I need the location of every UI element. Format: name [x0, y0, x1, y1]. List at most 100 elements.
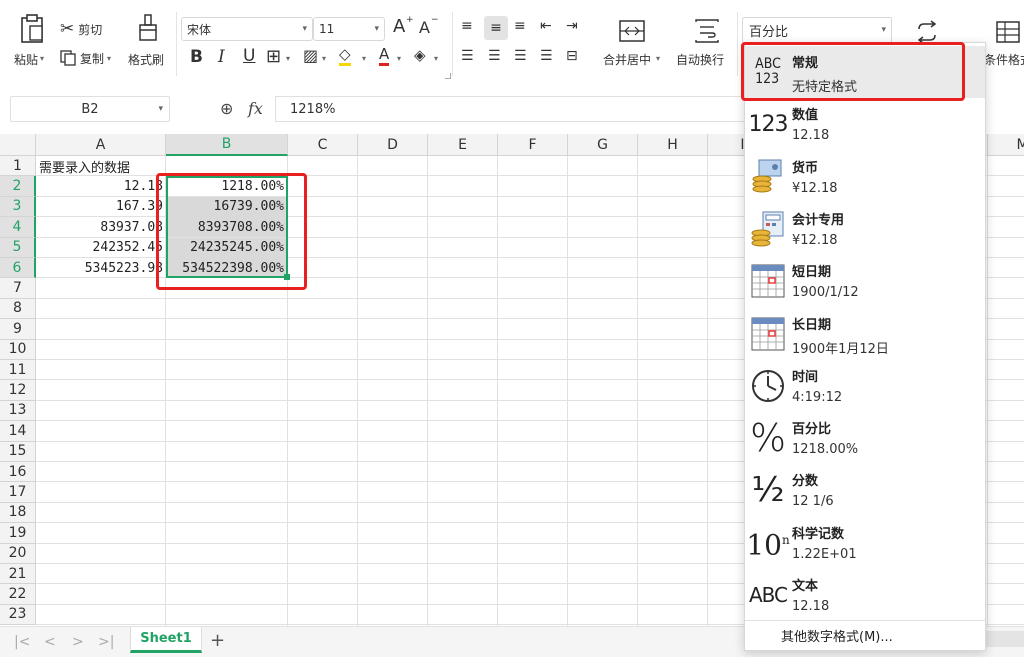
- fill-color-dropdown-icon[interactable]: ▾: [362, 54, 366, 63]
- row-header[interactable]: 23: [0, 604, 36, 626]
- align-top-icon[interactable]: ≡: [461, 18, 473, 34]
- formula-input[interactable]: 1218%: [275, 96, 745, 122]
- format-option-8[interactable]: ½ 分数 12 1/6: [745, 464, 985, 516]
- align-left-icon[interactable]: ☰: [461, 48, 474, 64]
- column-header[interactable]: C: [288, 134, 358, 156]
- column-header[interactable]: H: [638, 134, 708, 156]
- column-header[interactable]: G: [568, 134, 638, 156]
- font-name-select[interactable]: 宋体 ▾: [181, 17, 313, 41]
- shrink-font-button[interactable]: A: [419, 18, 430, 37]
- horizontal-scrollbar[interactable]: [986, 631, 1024, 647]
- row-header[interactable]: 10: [0, 339, 36, 360]
- merge-center-button[interactable]: [615, 16, 649, 46]
- add-sheet-button[interactable]: +: [210, 630, 225, 651]
- sheet-tab-sheet1[interactable]: Sheet1: [130, 627, 202, 653]
- row-header[interactable]: 3: [0, 196, 36, 218]
- more-number-formats[interactable]: 其他数字格式(M)...: [745, 620, 985, 650]
- merge-dropdown-icon[interactable]: ▾: [656, 54, 660, 63]
- row-header[interactable]: 14: [0, 421, 36, 442]
- eraser-icon[interactable]: ◈: [414, 46, 426, 64]
- row-header[interactable]: 1: [0, 156, 36, 177]
- convert-icon: [917, 20, 937, 44]
- format-option-10[interactable]: ABC 文本 12.18: [745, 569, 985, 621]
- row-header[interactable]: 17: [0, 482, 36, 503]
- format-option-6[interactable]: 时间 4:19:12: [745, 360, 985, 412]
- row-header[interactable]: 11: [0, 360, 36, 381]
- row-header[interactable]: 2: [0, 176, 36, 197]
- cut-button[interactable]: ✂ 剪切: [60, 18, 102, 40]
- column-header[interactable]: A: [36, 134, 166, 156]
- format-option-4[interactable]: 短日期 1900/1/12: [745, 255, 985, 307]
- paste-dropdown-icon[interactable]: ▾: [40, 54, 44, 63]
- conditional-format-button[interactable]: [996, 18, 1024, 46]
- format-option-5[interactable]: 长日期 1900年1月12日: [745, 308, 985, 360]
- fill-style-icon[interactable]: ▨: [303, 46, 318, 65]
- column-header[interactable]: M: [988, 134, 1024, 156]
- italic-button[interactable]: I: [218, 47, 225, 67]
- last-sheet-icon[interactable]: >|: [98, 634, 114, 650]
- font-color-icon[interactable]: A: [379, 46, 390, 66]
- prev-sheet-icon[interactable]: <: [44, 634, 56, 650]
- cell-a6[interactable]: 5345223.98: [36, 258, 166, 278]
- name-box[interactable]: B2 ▾: [10, 96, 170, 122]
- align-middle-icon[interactable]: ≡: [484, 16, 508, 40]
- font-color-dropdown-icon[interactable]: ▾: [397, 54, 401, 63]
- first-sheet-icon[interactable]: |<: [14, 634, 30, 650]
- cell-a5[interactable]: 242352.45: [36, 238, 166, 258]
- format-option-1[interactable]: 123 数值 12.18: [745, 98, 985, 150]
- number-format-select[interactable]: 百分比 ▾: [742, 17, 892, 43]
- cell-a4[interactable]: 83937.08: [36, 217, 166, 237]
- format-option-3[interactable]: 会计专用 ¥12.18: [745, 203, 985, 255]
- font-group-launcher[interactable]: [445, 73, 451, 79]
- column-header[interactable]: D: [358, 134, 428, 156]
- row-header[interactable]: 12: [0, 380, 36, 401]
- eraser-dropdown-icon[interactable]: ▾: [434, 54, 438, 63]
- row-header[interactable]: 9: [0, 319, 36, 340]
- gridline: [427, 156, 428, 626]
- row-header[interactable]: 22: [0, 584, 36, 605]
- column-header[interactable]: E: [428, 134, 498, 156]
- select-all-corner[interactable]: [0, 134, 36, 156]
- format-option-7[interactable]: % 百分比 1218.00%: [745, 412, 985, 464]
- underline-button[interactable]: U: [243, 46, 255, 66]
- row-header[interactable]: 7: [0, 278, 36, 299]
- copy-button[interactable]: 复制 ▾: [60, 47, 111, 69]
- format-option-title: 文本: [792, 579, 819, 594]
- row-header[interactable]: 13: [0, 400, 36, 422]
- cell-a2[interactable]: 12.18: [36, 176, 166, 196]
- row-header[interactable]: 6: [0, 258, 36, 279]
- zoom-search-icon[interactable]: ⊕: [220, 99, 233, 118]
- column-header[interactable]: B: [166, 134, 288, 156]
- justify-icon[interactable]: ☰: [540, 48, 553, 64]
- increase-indent-icon[interactable]: ⇥: [566, 18, 578, 34]
- row-header[interactable]: 5: [0, 237, 36, 258]
- row-header[interactable]: 4: [0, 217, 36, 238]
- column-header[interactable]: F: [498, 134, 568, 156]
- row-header[interactable]: 18: [0, 502, 36, 524]
- row-header[interactable]: 16: [0, 462, 36, 483]
- border-dropdown-icon[interactable]: ▾: [286, 54, 290, 63]
- scientific-icon: 10n: [746, 528, 790, 562]
- wrap-text-button[interactable]: [690, 16, 724, 46]
- align-right-icon[interactable]: ☰: [514, 48, 527, 64]
- fill-style-dropdown-icon[interactable]: ▾: [322, 54, 326, 63]
- format-option-9[interactable]: 10n 科学记数 1.22E+01: [745, 517, 985, 569]
- fx-icon[interactable]: fx: [248, 99, 263, 118]
- distribute-icon[interactable]: ⊟: [566, 48, 578, 64]
- fill-color-icon[interactable]: ◇: [339, 46, 351, 66]
- bold-button[interactable]: B: [190, 47, 203, 67]
- row-header[interactable]: 15: [0, 441, 36, 462]
- format-option-2[interactable]: 货币 ¥12.18: [745, 151, 985, 203]
- font-size-select[interactable]: 11 ▾: [313, 17, 385, 41]
- cell-a3[interactable]: 167.39: [36, 197, 166, 217]
- align-bottom-icon[interactable]: ≡: [514, 18, 526, 34]
- row-header[interactable]: 19: [0, 523, 36, 544]
- align-center-icon[interactable]: ☰: [488, 48, 501, 64]
- row-header[interactable]: 20: [0, 543, 36, 564]
- row-header[interactable]: 21: [0, 564, 36, 585]
- next-sheet-icon[interactable]: >: [72, 634, 84, 650]
- border-icon[interactable]: ⊞: [266, 46, 281, 67]
- grow-font-button[interactable]: A: [393, 16, 405, 37]
- row-header[interactable]: 8: [0, 298, 36, 320]
- decrease-indent-icon[interactable]: ⇤: [540, 18, 552, 34]
